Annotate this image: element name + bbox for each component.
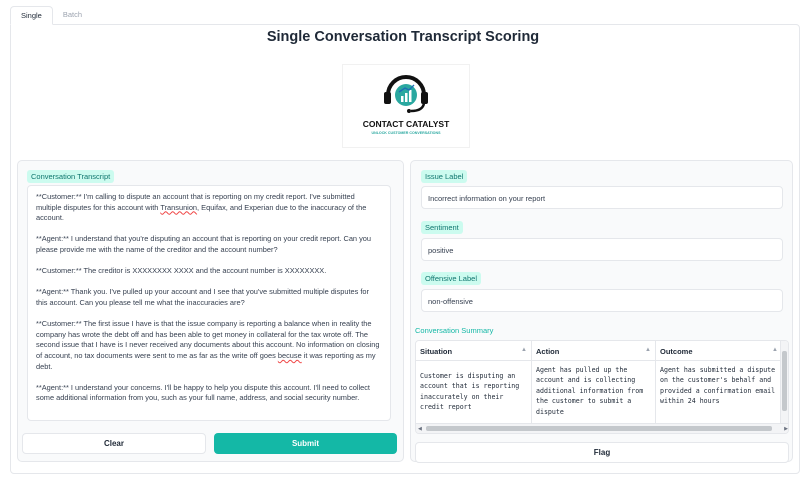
table-cell-situation[interactable]: Customer is disputing an account that is… [416, 361, 532, 425]
tab-bar: Single Batch [10, 6, 92, 25]
column-header-label: Situation [420, 347, 453, 356]
clear-button[interactable]: Clear [22, 433, 206, 454]
sentiment-title: Sentiment [421, 221, 463, 234]
sort-icon[interactable]: ▲ [521, 347, 527, 353]
column-header-label: Outcome [660, 347, 693, 356]
misspelled-word: becuse [277, 350, 302, 360]
column-header-label: Action [536, 347, 560, 356]
issue-label-field[interactable]: Incorrect information on your report [421, 186, 783, 209]
transcript-paragraph: **Customer:** I'm calling to dispute an … [36, 192, 367, 223]
scrollbar-thumb[interactable] [782, 351, 787, 411]
flag-button[interactable]: Flag [415, 442, 789, 463]
transcript-textarea[interactable]: **Customer:** I'm calling to dispute an … [27, 185, 391, 421]
transcript-paragraph: **Agent:** I understand that you're disp… [36, 234, 372, 254]
logo-tagline: UNLOCK CUSTOMER CONVERSATIONS [372, 131, 442, 135]
misspelled-word: Transunion [160, 202, 198, 212]
scroll-left-icon[interactable]: ◀ [418, 426, 422, 432]
sort-icon[interactable]: ▲ [772, 347, 778, 353]
vertical-scrollbar[interactable] [780, 341, 788, 425]
tab-batch[interactable]: Batch [53, 6, 92, 25]
table-header: Situation ▲ Action ▲ Outcome ▲ [416, 341, 788, 361]
submit-button[interactable]: Submit [214, 433, 397, 454]
sentiment-field[interactable]: positive [421, 238, 783, 261]
table-cell-outcome[interactable]: Agent has submitted a dispute on the cus… [656, 361, 782, 425]
horizontal-scrollbar[interactable]: ◀ ▶ [416, 423, 788, 433]
logo: CONTACT CATALYST UNLOCK CUSTOMER CONVERS… [342, 64, 470, 148]
column-header-situation[interactable]: Situation ▲ [416, 341, 532, 361]
summary-label: Conversation Summary [415, 326, 494, 335]
tab-single[interactable]: Single [10, 6, 53, 25]
transcript-paragraph: **Agent:** I understand your concerns. I… [36, 382, 370, 403]
scroll-right-icon[interactable]: ▶ [784, 426, 788, 432]
transcript-label: Conversation Transcript [27, 170, 115, 183]
offensive-label-title: Offensive Label [421, 272, 481, 285]
page-title: Single Conversation Transcript Scoring [266, 29, 540, 45]
sort-icon[interactable]: ▲ [645, 347, 651, 353]
table-cell-action[interactable]: Agent has pulled up the account and is c… [532, 361, 656, 425]
summary-table: Situation ▲ Action ▲ Outcome ▲ Customer … [415, 340, 789, 434]
transcript-paragraph: **Customer:** The first issue I have is … [36, 319, 380, 371]
column-header-outcome[interactable]: Outcome ▲ [656, 341, 782, 361]
issue-label-title: Issue Label [421, 170, 468, 183]
headset-logo-icon: CONTACT CATALYST UNLOCK CUSTOMER CONVERS… [363, 75, 450, 135]
column-header-action[interactable]: Action ▲ [532, 341, 656, 361]
scrollbar-thumb[interactable] [426, 426, 772, 431]
logo-name: CONTACT CATALYST [363, 119, 450, 129]
offensive-label-field[interactable]: non-offensive [421, 289, 783, 312]
transcript-paragraph: **Customer:** The creditor is XXXXXXXX X… [36, 266, 327, 276]
transcript-paragraph: **Agent:** Thank you. I've pulled up you… [36, 287, 370, 307]
